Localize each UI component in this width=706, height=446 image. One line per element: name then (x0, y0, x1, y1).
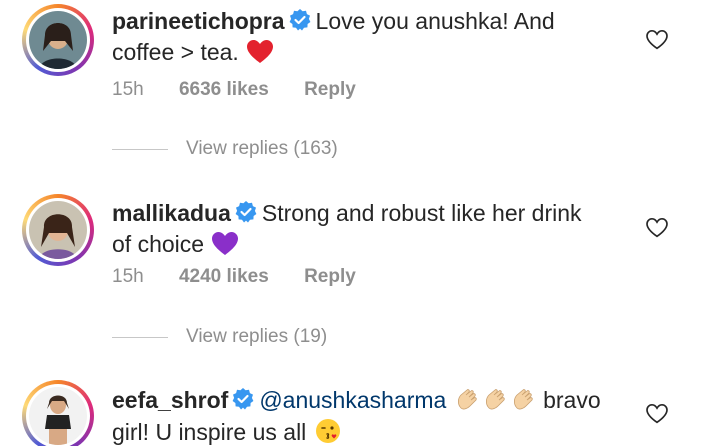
comment-meta: 15h 4240 likes Reply (112, 266, 386, 288)
view-replies-button[interactable]: View replies (163) (112, 138, 338, 160)
likes-count[interactable]: 6636 likes (179, 79, 269, 100)
username[interactable]: mallikadua (112, 200, 231, 226)
comment-body-cont: girl! U inspire us all (112, 419, 307, 445)
verified-badge-icon (234, 200, 258, 230)
view-replies-button[interactable]: View replies (19) (112, 326, 327, 348)
view-replies-label: View replies (19) (186, 326, 328, 347)
comment-text: mallikadua Strong and robust like her dri… (112, 199, 632, 262)
comment-body-cont: coffee > tea. (112, 39, 239, 65)
kissing-face-icon (315, 418, 341, 446)
reply-button[interactable]: Reply (304, 266, 356, 287)
purple-heart-icon (212, 232, 239, 262)
verified-badge-icon (231, 387, 255, 417)
divider-line (112, 148, 168, 150)
timestamp: 15h (112, 79, 144, 100)
mention-link[interactable]: @anushkasharma (259, 387, 446, 413)
red-heart-icon (247, 40, 274, 70)
clapping-hands-icon (511, 386, 537, 418)
comment-body: Love you anushka! And (315, 8, 555, 34)
comment-body: bravo (543, 387, 601, 413)
view-replies-label: View replies (163) (186, 138, 338, 159)
verified-badge-icon (288, 8, 312, 38)
comment-text: eefa_shrof @anushkasharma bravo girl! U i… (112, 386, 632, 446)
divider-line (112, 336, 168, 338)
reply-button[interactable]: Reply (304, 79, 356, 100)
username[interactable]: parineetichopra (112, 8, 285, 34)
clapping-hands-icon (483, 386, 509, 418)
comments-feed: parineetichopra Love you anushka! And cof… (0, 0, 706, 446)
comment-text: parineetichopra Love you anushka! And cof… (112, 7, 632, 70)
like-heart-icon[interactable] (646, 29, 668, 52)
avatar[interactable] (22, 4, 94, 76)
timestamp: 15h (112, 266, 144, 287)
avatar[interactable] (22, 380, 94, 446)
like-heart-icon[interactable] (646, 217, 668, 240)
comment-body-cont: of choice (112, 231, 205, 257)
comment-body: Strong and robust like her drink (261, 200, 582, 226)
comment-meta: 15h 6636 likes Reply (112, 79, 386, 101)
likes-count[interactable]: 4240 likes (179, 266, 269, 287)
avatar[interactable] (22, 194, 94, 266)
like-heart-icon[interactable] (646, 403, 668, 426)
clapping-hands-icon (455, 386, 481, 418)
username[interactable]: eefa_shrof (112, 387, 228, 413)
